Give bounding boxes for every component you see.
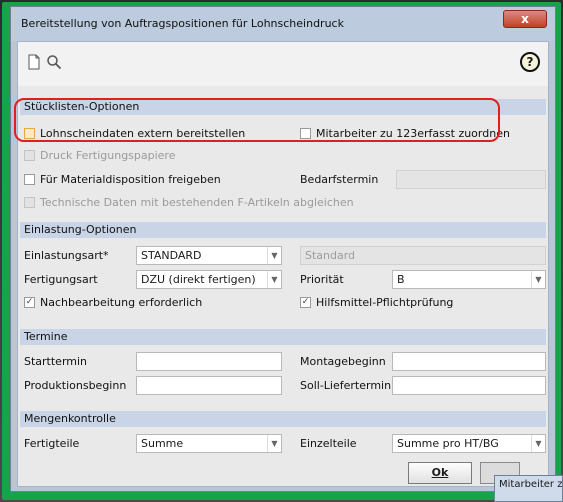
title-bar: Bereitstellung von Auftragspositionen fü… (11, 7, 555, 41)
druck-label: Druck Fertigungspapiere (40, 149, 176, 162)
fertigteile-value: Summe (141, 437, 184, 450)
chevron-down-icon: ▼ (267, 271, 281, 288)
einzelteile-label: Einzelteile (300, 437, 357, 450)
search-icon[interactable] (46, 54, 62, 70)
druck-checkbox (24, 150, 35, 161)
produktionsbeginn-label: Produktionsbeginn (24, 379, 127, 392)
material-label: Für Materialdisposition freigeben (40, 173, 221, 186)
fertigungsart-value: DZU (direkt fertigen) (141, 273, 256, 286)
bedarfstermin-label: Bedarfstermin (300, 173, 379, 186)
prioritaet-value: B (397, 273, 405, 286)
produktionsbeginn-field[interactable] (136, 376, 282, 395)
starttermin-field[interactable] (136, 352, 282, 371)
fertigungsart-select[interactable]: DZU (direkt fertigen) ▼ (136, 270, 282, 289)
dialog-title: Bereitstellung von Auftragspositionen fü… (21, 17, 344, 30)
section-mengen: Mengenkontrolle (20, 411, 546, 427)
toolbar: ? (18, 42, 548, 86)
highlight-annotation-box (14, 98, 500, 142)
einlastungsart-value: STANDARD (141, 249, 202, 262)
fertigteile-label: Fertigteile (24, 437, 80, 450)
montagebeginn-field[interactable] (392, 352, 546, 371)
einzelteile-select[interactable]: Summe pro HT/BG ▼ (392, 434, 546, 453)
close-button[interactable]: x (503, 10, 547, 28)
popup-window[interactable]: Mitarbeiter zuo (494, 475, 563, 502)
chevron-down-icon: ▼ (531, 271, 545, 288)
nachbearbeitung-checkbox[interactable]: ✓ (24, 297, 35, 308)
technische-label: Technische Daten mit bestehenden F-Artik… (40, 196, 354, 209)
bedarfstermin-field (396, 170, 546, 189)
prioritaet-label: Priorität (300, 273, 344, 286)
chevron-down-icon: ▼ (531, 435, 545, 452)
soll-liefertermin-label: Soll-Liefertermin (300, 379, 392, 392)
fertigteile-select[interactable]: Summe ▼ (136, 434, 282, 453)
popup-title: Mitarbeiter zuo (499, 479, 563, 490)
help-icon[interactable]: ? (520, 52, 540, 72)
einzelteile-value: Summe pro HT/BG (397, 437, 499, 450)
standard-field: Standard (300, 246, 546, 265)
soll-liefertermin-field[interactable] (392, 376, 546, 395)
montagebeginn-label: Montagebeginn (300, 355, 386, 368)
hilfsmittel-label: Hilfsmittel-Pflichtprüfung (316, 296, 454, 309)
ok-button[interactable]: Ok (408, 462, 472, 484)
hilfsmittel-checkbox[interactable]: ✓ (300, 297, 311, 308)
starttermin-label: Starttermin (24, 355, 88, 368)
material-checkbox[interactable] (24, 174, 35, 185)
section-termine: Termine (20, 329, 546, 345)
einlastungsart-label: Einlastungsart* (24, 249, 109, 262)
document-icon[interactable] (26, 54, 42, 70)
dialog-window: Bereitstellung von Auftragspositionen fü… (10, 6, 556, 492)
einlastungsart-select[interactable]: STANDARD ▼ (136, 246, 282, 265)
chevron-down-icon: ▼ (267, 435, 281, 452)
section-einlastung: Einlastung-Optionen (20, 222, 546, 238)
prioritaet-select[interactable]: B ▼ (392, 270, 546, 289)
technische-checkbox (24, 197, 35, 208)
chevron-down-icon: ▼ (267, 247, 281, 264)
nachbearbeitung-label: Nachbearbeitung erforderlich (40, 296, 203, 309)
fertigungsart-label: Fertigungsart (24, 273, 98, 286)
